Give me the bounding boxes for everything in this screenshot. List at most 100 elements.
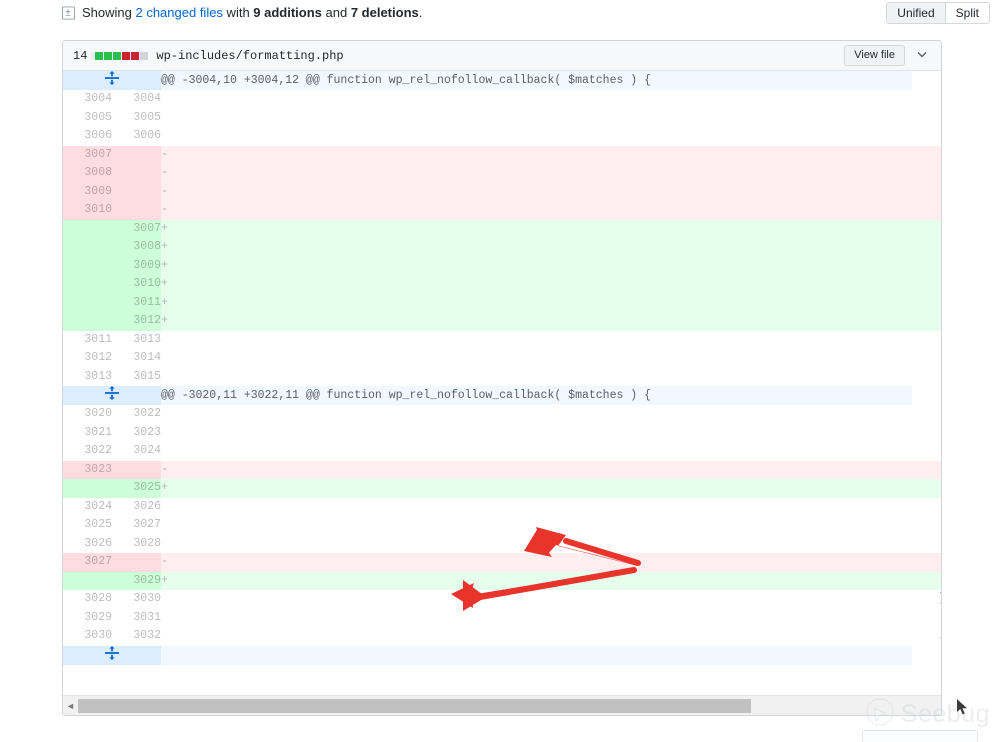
old-line-number: 3004 <box>63 90 112 109</box>
diff-scroll-area[interactable]: @@ -3004,10 +3004,12 @@ function wp_rel_… <box>63 71 941 696</box>
scrollbar-track[interactable] <box>78 698 941 713</box>
diffstat-blocks <box>95 51 149 60</box>
diff-line-del: 3027 - return "<a $text rel=\"$rel\">"; <box>63 553 941 572</box>
old-line-number <box>63 275 112 294</box>
old-line-number <box>63 219 112 238</box>
additions-count: 9 additions <box>253 5 322 20</box>
diff-line-add: 3010+ return "<a $text>"; <box>63 275 941 294</box>
new-line-number <box>112 182 161 201</box>
new-line-number: 3011 <box>112 293 161 312</box>
page-bottom-stub <box>862 730 978 742</box>
diff-marker <box>161 590 912 609</box>
diff-line-add: 3009+ if ( strtolower( wp_parse_url( $at… <box>63 256 941 275</box>
diff-line-content: } <box>912 330 941 349</box>
old-line-number: 3008 <box>63 164 112 183</box>
new-line-number: 3027 <box>112 516 161 535</box>
diff-marker <box>161 442 912 461</box>
diff-line-content <box>912 608 941 627</box>
diff-line-ctx: 30253027 $text = trim( $html ); <box>63 516 941 535</box>
diff-line-del: 3009 - <box>63 182 941 201</box>
new-line-number: 3024 <box>112 442 161 461</box>
changed-files-link[interactable]: 2 changed files <box>135 5 222 20</box>
old-line-number: 3024 <box>63 497 112 516</box>
hunk-header-row: @@ -3004,10 +3004,12 @@ function wp_rel_… <box>63 71 941 90</box>
seebug-watermark-text: Seebug <box>900 700 990 728</box>
diff-line-del: 3023 - $html .= "{$name}=\"$value\" "; <box>63 460 941 479</box>
diff-line-del: 3007 - if ( preg_match( '%href=["\'](' . … <box>63 145 941 164</box>
diff-marker <box>161 405 912 424</box>
file-change-count: 14 <box>73 48 88 63</box>
diff-marker <box>161 90 912 109</box>
diff-line-add: 3011+ } <box>63 293 941 312</box>
diff-marker <box>161 535 912 554</box>
expand-hunk-icon[interactable] <box>63 645 161 665</box>
diff-line-content: if ( ! empty( $atts['rel'] ) ) { <box>912 367 941 386</box>
diff-line-content: } <box>912 534 941 553</box>
diff-line-content: if ( in_array( strtolower( wp_parse_url(… <box>912 238 941 257</box>
diff-line-ctx: 30243026 } <box>63 497 941 516</box>
seebug-logo-icon <box>865 697 895 732</box>
old-line-number <box>63 293 112 312</box>
diff-line-ctx: 3006 3006 <box>63 127 941 146</box>
scrollbar-thumb[interactable] <box>78 698 752 713</box>
diff-marker: - <box>161 145 912 164</box>
old-line-number: 3023 <box>63 460 112 479</box>
diff-line-ctx: 3012 3014 <box>63 349 941 368</box>
mouse-cursor-icon <box>957 699 969 721</box>
diff-line-add: 3025+ $html .= "{$name}=\"" . esc_attr( … <box>63 479 941 498</box>
split-view-button[interactable]: Split <box>944 3 989 23</box>
new-line-number: 3029 <box>112 571 161 590</box>
expand-hunk-icon[interactable] <box>63 386 161 405</box>
new-line-number: 3022 <box>112 405 161 424</box>
view-file-button[interactable]: View file <box>844 45 905 66</box>
old-line-number <box>63 571 112 590</box>
diff-line-content: $text = trim( $html ); <box>912 516 941 535</box>
diff-line-content: return "<a $text rel=\"" . esc_attr( $re… <box>912 571 941 590</box>
chevron-down-icon[interactable] <box>911 48 933 63</box>
new-line-number: 3028 <box>112 534 161 553</box>
unified-view-button[interactable]: Unified <box>887 3 945 23</box>
diffstat-block <box>140 51 149 60</box>
diff-line-content: $html = ''; <box>912 423 941 442</box>
scroll-left-arrow[interactable]: ◄ <box>63 701 78 711</box>
old-line-number: 3020 <box>63 405 112 424</box>
diff-line-ctx: 30213023 $html = ''; <box>63 423 941 443</box>
summary-prefix: Showing <box>82 5 136 20</box>
diff-marker: + <box>161 256 912 275</box>
new-line-number <box>112 553 161 572</box>
diff-line-content: $html .= "{$name}=\"" . esc_attr( $value… <box>912 479 941 498</box>
diff-marker: - <box>161 201 912 220</box>
old-line-number <box>63 312 112 331</box>
diff-line-content: $rel = 'nofollow'; <box>912 108 941 127</box>
new-line-number: 3031 <box>112 608 161 627</box>
diff-marker: + <box>161 238 912 257</box>
diff-marker <box>161 109 912 128</box>
diff-line-ctx: 30133015 if ( ! empty( $atts['rel'] ) ) … <box>63 367 941 386</box>
old-line-number: 3029 <box>63 608 112 627</box>
diff-marker: - <box>161 460 912 479</box>
file-diff-icon <box>62 5 75 21</box>
diff-line-content: } <box>912 293 941 312</box>
diff-summary: Showing 2 changed files with 9 additions… <box>62 2 942 24</box>
diff-line-content: $html .= "{$name}=\"$value\" "; <box>912 460 941 479</box>
old-line-number: 3030 <box>63 627 112 646</box>
diff-marker <box>161 627 912 646</box>
old-line-number: 3021 <box>63 423 112 442</box>
diff-marker: - <box>161 182 912 201</box>
horizontal-scrollbar[interactable]: ◄ <box>63 695 941 715</box>
diff-line-content: preg_match( '%href=["\'](' . preg_quote(… <box>912 164 941 183</box>
diff-line-ctx: 30053005 $rel = 'nofollow'; <box>63 108 941 128</box>
old-line-number: 3006 <box>63 127 112 146</box>
expand-hunk-icon[interactable] <box>63 71 161 90</box>
old-line-number: 3009 <box>63 182 112 201</box>
diff-marker: + <box>161 312 912 331</box>
diff-marker: + <box>161 571 912 590</box>
hunk-expand-row <box>63 645 941 665</box>
new-line-number: 3026 <box>112 497 161 516</box>
diff-marker <box>161 424 912 443</box>
old-line-number: 3022 <box>63 442 112 461</box>
summary-mid: with <box>222 5 254 20</box>
diff-marker: + <box>161 293 912 312</box>
file-path[interactable]: wp-includes/formatting.php <box>156 49 343 63</box>
new-line-number: 3009 <box>112 256 161 275</box>
